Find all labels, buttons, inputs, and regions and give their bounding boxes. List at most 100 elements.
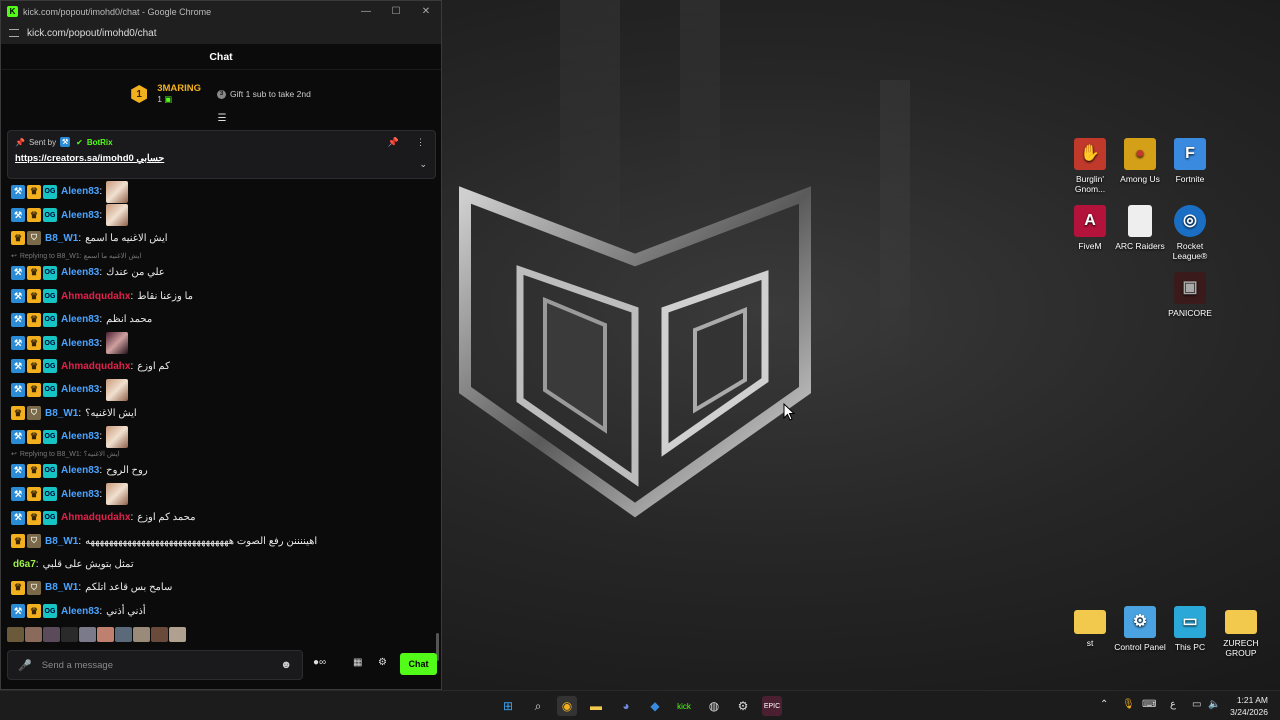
filter-icon[interactable]: ☰ [216, 113, 228, 125]
desktop-icon-among-us[interactable]: ● Among Us [1112, 138, 1168, 184]
recent-emote[interactable] [115, 627, 132, 642]
recent-emote[interactable] [7, 627, 24, 642]
og-badge-icon[interactable]: OG [43, 312, 57, 327]
recent-emote[interactable] [61, 627, 78, 642]
og-badge-icon[interactable]: OG [43, 382, 57, 397]
message-placeholder[interactable]: Send a message [42, 660, 281, 671]
emote-image[interactable] [106, 378, 129, 401]
crown-badge-icon[interactable]: ♛ [27, 289, 41, 304]
recent-emote[interactable] [97, 627, 114, 642]
emote-image[interactable] [106, 204, 129, 227]
mod-badge-icon[interactable]: ⚒ [11, 359, 25, 374]
mod-badge-icon[interactable]: ⚒ [11, 265, 25, 280]
desktop-icon-rocket-league[interactable]: ◎ Rocket League® [1162, 205, 1218, 261]
desktop-icon-arc-raiders[interactable]: ARC Raiders [1112, 205, 1168, 251]
pinned-link[interactable]: https://creators.sa/imohd0 حسابي [15, 153, 428, 164]
shield-badge-icon[interactable]: ⛉ [27, 580, 41, 595]
crown-badge-icon[interactable]: ♛ [11, 231, 25, 246]
desktop-icon-fivem[interactable]: A FiveM [1062, 205, 1118, 251]
crown-badge-icon[interactable]: ♛ [27, 359, 41, 374]
crown-badge-icon[interactable]: ♛ [27, 510, 41, 525]
gift-prompt[interactable]: 3 Gift 1 sub to take 2nd [217, 89, 311, 99]
chevron-up-icon[interactable]: ⌃ [1100, 699, 1108, 710]
og-badge-icon[interactable]: OG [43, 265, 57, 280]
og-badge-icon[interactable]: OG [43, 429, 57, 444]
emote-image[interactable] [106, 425, 129, 448]
keyboard-icon[interactable]: ⌨ [1142, 699, 1156, 710]
mod-badge-icon[interactable]: ⚒ [11, 312, 25, 327]
desktop-icon-burglin-gnomes[interactable]: ✋ Burglin' Gnom... [1062, 138, 1118, 194]
emote-image[interactable] [106, 483, 129, 506]
minimize-button[interactable]: — [351, 6, 381, 17]
chat-username[interactable]: B8_W1 [45, 582, 78, 593]
og-badge-icon[interactable]: OG [43, 604, 57, 619]
discord-icon[interactable]: ◕ [616, 696, 636, 716]
og-badge-icon[interactable]: OG [43, 359, 57, 374]
chat-username[interactable]: Aleen83 [61, 210, 99, 221]
chat-username[interactable]: Aleen83 [61, 431, 99, 442]
chat-username[interactable]: Aleen83 [61, 314, 99, 325]
mod-badge-icon[interactable]: ⚒ [11, 184, 25, 199]
recent-emote[interactable] [79, 627, 96, 642]
microphone-icon[interactable]: 🎤 [18, 659, 32, 672]
microphone-tray-icon[interactable]: 🎙 [1122, 699, 1135, 710]
og-badge-icon[interactable]: OG [43, 184, 57, 199]
desktop-icon-fortnite[interactable]: F Fortnite [1162, 138, 1218, 184]
recent-emote[interactable] [133, 627, 150, 642]
chrome-icon[interactable]: ◉ [557, 696, 577, 716]
url-text[interactable]: kick.com/popout/imohd0/chat [27, 28, 157, 39]
crown-badge-icon[interactable]: ♛ [27, 312, 41, 327]
crown-badge-icon[interactable]: ♛ [27, 487, 41, 502]
mod-badge-icon[interactable]: ⚒ [11, 382, 25, 397]
mod-badge-icon[interactable]: ⚒ [11, 336, 25, 351]
crown-badge-icon[interactable]: ♛ [27, 463, 41, 478]
shield-badge-icon[interactable]: ⛉ [27, 231, 41, 246]
crown-badge-icon[interactable]: ♛ [27, 208, 41, 223]
reply-preview[interactable]: ↩ Replying to B8_W1: ايش الاغنيه ما اسمع [11, 251, 431, 261]
desktop-icon-control-panel[interactable]: ⚙ Control Panel [1112, 606, 1168, 652]
chevron-down-icon[interactable]: ⌄ [419, 159, 427, 170]
chat-username[interactable]: Aleen83 [61, 338, 99, 349]
send-chat-button[interactable]: Chat [400, 653, 437, 675]
og-badge-icon[interactable]: OG [43, 487, 57, 502]
crown-badge-icon[interactable]: ♛ [27, 336, 41, 351]
mod-badge-icon[interactable]: ⚒ [11, 463, 25, 478]
desktop-icon-panicore[interactable]: ▣ PANICORE [1162, 272, 1218, 318]
chat-username[interactable]: d6a7 [13, 559, 36, 570]
desktop-icon-this-pc[interactable]: ▭ This PC [1162, 606, 1218, 652]
crown-badge-icon[interactable]: ♛ [11, 406, 25, 421]
search-icon[interactable]: ⌕ [528, 696, 548, 716]
emoji-icon[interactable]: ☻ [280, 659, 292, 671]
settings-gear-icon[interactable]: ⚙ [378, 657, 387, 668]
close-button[interactable]: ✕ [411, 6, 441, 17]
chat-username[interactable]: Aleen83 [61, 465, 99, 476]
chat-username[interactable]: Aleen83 [61, 489, 99, 500]
kick-app-icon[interactable]: kick [674, 696, 694, 716]
og-badge-icon[interactable]: OG [43, 336, 57, 351]
recent-emote[interactable] [169, 627, 186, 642]
chat-username[interactable]: B8_W1 [45, 536, 78, 547]
windows-start-icon[interactable]: ⊞ [498, 696, 518, 716]
emote-image[interactable] [106, 332, 129, 355]
mod-badge-icon[interactable]: ⚒ [11, 604, 25, 619]
chat-username[interactable]: Aleen83 [61, 606, 99, 617]
input-language[interactable]: ع [1170, 699, 1176, 710]
mod-badge-icon[interactable]: ⚒ [11, 289, 25, 304]
mod-badge-icon[interactable]: ⚒ [11, 487, 25, 502]
mod-badge-icon[interactable]: ⚒ [11, 208, 25, 223]
gift-box-icon[interactable]: ▦ [353, 657, 362, 668]
og-badge-icon[interactable]: OG [43, 510, 57, 525]
file-explorer-icon[interactable]: ▬ [586, 696, 606, 716]
chat-username[interactable]: Aleen83 [61, 186, 99, 197]
chat-username[interactable]: Aleen83 [61, 384, 99, 395]
obs-icon[interactable]: ◍ [704, 696, 724, 716]
unpin-icon[interactable]: 📌 [388, 137, 399, 148]
crown-badge-icon[interactable]: ♛ [11, 580, 25, 595]
chat-username[interactable]: Aleen83 [61, 267, 99, 278]
crown-badge-icon[interactable]: ♛ [27, 265, 41, 280]
network-icon[interactable]: ▭ [1192, 699, 1201, 710]
reply-preview[interactable]: ↩ Replying to B8_W1: ايش الاغنيه؟ [11, 449, 431, 459]
chat-username[interactable]: Ahmadqudahx [61, 291, 130, 302]
leaderboard-entry[interactable]: 3MARING 1 ▣ [157, 83, 201, 105]
shield-badge-icon[interactable]: ⛉ [27, 406, 41, 421]
